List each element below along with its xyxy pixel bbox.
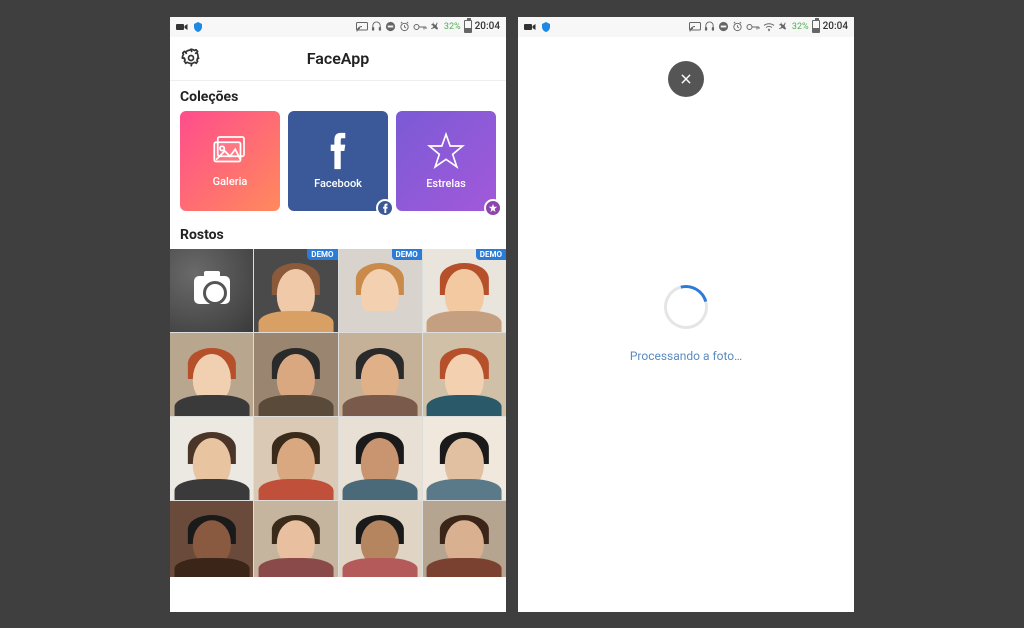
section-title-faces: Rostos: [170, 219, 506, 249]
clock-time: 20:04: [823, 21, 848, 32]
dnd-icon: [718, 21, 729, 32]
alarm-icon: [399, 21, 410, 32]
settings-button[interactable]: [180, 47, 202, 69]
facebook-mini-badge: [376, 199, 394, 217]
key-icon: [413, 23, 427, 31]
collection-facebook[interactable]: Facebook: [288, 111, 388, 211]
card-label: Estrelas: [426, 177, 466, 190]
dnd-icon: [385, 21, 396, 32]
status-left: [176, 21, 204, 33]
battery-icon: [464, 20, 472, 33]
face-tile[interactable]: [423, 501, 506, 577]
phone-screen-processing: 32% 20:04 Processando a foto…: [518, 17, 854, 612]
headphones-icon: [371, 21, 382, 32]
face-tile[interactable]: [423, 417, 506, 500]
videocam-icon: [524, 22, 536, 32]
face-tile[interactable]: [170, 333, 253, 416]
card-label: Galeria: [213, 175, 248, 188]
collections-row: Galeria Facebook Estrelas: [170, 111, 506, 219]
videocam-icon: [176, 22, 188, 32]
status-bar: 32% 20:04: [518, 17, 854, 37]
face-tile[interactable]: [254, 501, 337, 577]
star-icon: [426, 131, 466, 171]
collection-estrelas[interactable]: Estrelas: [396, 111, 496, 211]
clock-time: 20:04: [475, 21, 500, 32]
camera-tile[interactable]: [170, 249, 253, 332]
processing-area: Processando a foto…: [518, 37, 854, 612]
section-title-collections: Coleções: [170, 81, 506, 111]
face-tile[interactable]: DEMO: [254, 249, 337, 332]
face-tile[interactable]: [339, 333, 422, 416]
face-tile[interactable]: [423, 333, 506, 416]
face-tile[interactable]: [170, 417, 253, 500]
face-tile[interactable]: [339, 501, 422, 577]
battery-percent: 32%: [792, 22, 809, 32]
processing-text: Processando a foto…: [630, 349, 742, 363]
face-tile[interactable]: [339, 417, 422, 500]
cast-icon: [689, 22, 701, 32]
airplane-icon: [778, 21, 789, 32]
gear-icon: [181, 48, 201, 68]
cast-icon: [356, 22, 368, 32]
app-title: FaceApp: [307, 49, 370, 68]
demo-badge: DEMO: [476, 249, 506, 260]
camera-icon: [194, 276, 230, 304]
status-right: 32% 20:04: [356, 20, 500, 33]
airplane-icon: [430, 21, 441, 32]
faces-grid: DEMO DEMO DEMO: [170, 249, 506, 577]
alarm-icon: [732, 21, 743, 32]
shield-icon: [192, 21, 204, 33]
demo-badge: DEMO: [392, 249, 422, 260]
headphones-icon: [704, 21, 715, 32]
battery-percent: 32%: [444, 22, 461, 32]
demo-badge: DEMO: [307, 249, 337, 260]
face-tile[interactable]: [254, 333, 337, 416]
face-tile[interactable]: DEMO: [423, 249, 506, 332]
facebook-icon: [326, 131, 350, 171]
app-header: FaceApp: [170, 37, 506, 81]
collection-galeria[interactable]: Galeria: [180, 111, 280, 211]
status-bar: 32% 20:04: [170, 17, 506, 37]
spinner-icon: [656, 277, 716, 337]
key-icon: [746, 23, 760, 31]
star-mini-badge: [484, 199, 502, 217]
close-button[interactable]: [668, 61, 704, 97]
shield-icon: [540, 21, 552, 33]
wifi-icon: [763, 22, 775, 32]
close-icon: [679, 72, 693, 86]
face-tile[interactable]: [170, 501, 253, 577]
card-label: Facebook: [314, 177, 362, 190]
status-left: [524, 21, 552, 33]
status-right: 32% 20:04: [689, 20, 848, 33]
phone-screen-home: 32% 20:04 FaceApp Coleções Galeria: [170, 17, 506, 612]
battery-icon: [812, 20, 820, 33]
face-tile[interactable]: DEMO: [339, 249, 422, 332]
face-tile[interactable]: [254, 417, 337, 500]
gallery-icon: [209, 133, 251, 169]
